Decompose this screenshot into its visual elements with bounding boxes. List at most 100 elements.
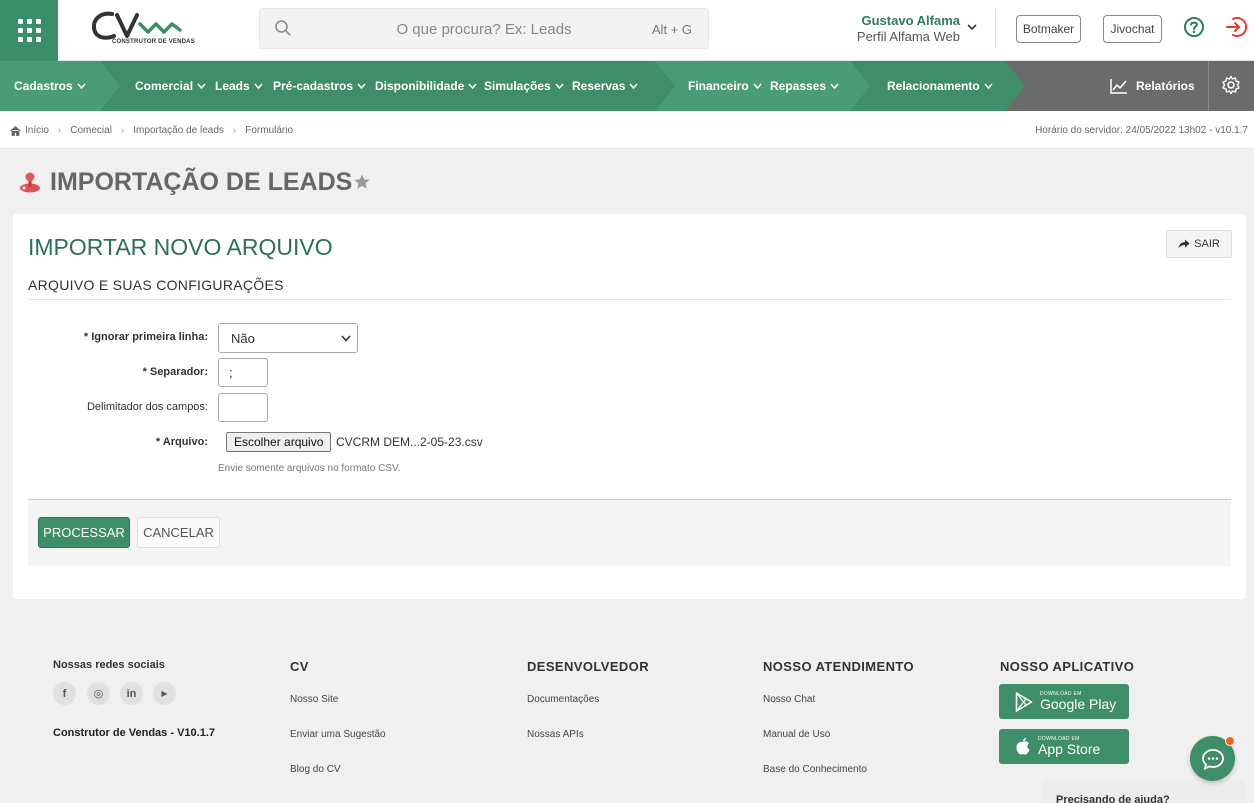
search-placeholder: O que procura? Ex: Leads <box>396 21 572 38</box>
form-actions: PROCESSAR CANCELAR <box>28 499 1231 566</box>
facebook-icon[interactable]: f <box>53 682 76 705</box>
google-play-icon <box>1015 691 1033 712</box>
linkedin-icon[interactable]: in <box>120 682 143 705</box>
chevron-down-icon <box>830 83 839 89</box>
cv-title: CV <box>290 659 309 674</box>
chevron-down-icon <box>984 83 993 89</box>
footer-support-column: NOSSO ATENDIMENTO <box>763 659 914 674</box>
google-play-button[interactable]: DOWNLOAD EM Google Play <box>999 684 1129 719</box>
nav-financeiro[interactable]: Financeiro <box>688 79 762 93</box>
exit-button[interactable]: SAIR <box>1166 230 1232 258</box>
chevron-down-icon[interactable] <box>966 22 978 32</box>
app-store-big: App Store <box>1038 741 1101 757</box>
chevron-down-icon <box>197 83 206 89</box>
section-divider <box>28 299 1231 300</box>
support-title: NOSSO ATENDIMENTO <box>763 659 915 674</box>
home-icon <box>10 125 21 136</box>
footer-link-knowledge[interactable]: Base do Conhecimento <box>763 764 867 775</box>
nav-repasses[interactable]: Repasses <box>770 79 839 93</box>
breadcrumb-importacao[interactable]: Importação de leads <box>133 125 224 136</box>
help-prompt: Precisando de ajuda? <box>1056 794 1170 803</box>
apps-menu-button[interactable] <box>0 0 58 61</box>
footer-link-docs[interactable]: Documentações <box>527 694 599 705</box>
delimiter-input[interactable] <box>218 393 268 422</box>
nav-relatorios[interactable]: Relatórios <box>1110 78 1195 94</box>
settings-button[interactable] <box>1208 61 1254 111</box>
server-time: Horário do servidor: 24/05/2022 13h02 - … <box>1035 125 1248 136</box>
app-store-button[interactable]: DOWNLOAD EM App Store <box>999 729 1129 764</box>
chart-line-icon <box>1110 79 1127 94</box>
footer-version: Construtor de Vendas - V10.1.7 <box>53 727 215 739</box>
footer-link-site[interactable]: Nosso Site <box>290 694 338 705</box>
ignore-first-line-label: * Ignorar primeira linha: <box>83 331 208 343</box>
ignore-first-line-select[interactable]: Não <box>218 323 358 353</box>
logout-icon[interactable] <box>1224 15 1248 39</box>
breadcrumb-separator: › <box>120 125 125 136</box>
breadcrumb-inicio[interactable]: Início <box>25 125 49 136</box>
botmaker-button[interactable]: Botmaker <box>1016 15 1081 43</box>
chevron-down-icon <box>468 83 477 89</box>
grid-icon <box>17 19 41 42</box>
page-title: IMPORTAÇÃO DE LEADS <box>50 168 353 196</box>
file-label: * Arquivo: <box>155 436 208 448</box>
selected-file-name: CVCRM DEM...2-05-23.csv <box>336 435 483 449</box>
header-divider <box>995 10 996 48</box>
separator-input[interactable]: ; <box>218 358 268 387</box>
section-title: ARQUIVO E SUAS CONFIGURAÇÕES <box>28 277 284 293</box>
breadcrumb: Início › Comecial › Importação de leads … <box>10 125 293 136</box>
search-input[interactable]: O que procura? Ex: Leads Alt + G <box>259 8 709 49</box>
breadcrumb-formulario: Formulário <box>245 125 294 136</box>
user-profile: Perfil Alfama Web <box>856 29 960 44</box>
chevron-down-icon <box>629 83 638 89</box>
choose-file-button[interactable]: Escolher arquivo <box>226 432 332 452</box>
breadcrumb-separator: › <box>232 125 237 136</box>
help-widget[interactable]: Precisando de ajuda? <box>1041 780 1246 803</box>
footer-app-column: NOSSO APLICATIVO <box>1000 659 1134 674</box>
delimiter-label: Delimitador dos campos: <box>86 401 208 413</box>
footer-link-manual[interactable]: Manual de Uso <box>763 729 830 740</box>
chevron-down-icon <box>753 83 762 89</box>
search-shortcut: Alt + G <box>651 22 692 37</box>
chevron-down-icon <box>77 83 86 89</box>
separator-label: * Separador: <box>142 366 208 378</box>
chevron-down-icon <box>357 83 366 89</box>
nav-pre-cadastros[interactable]: Pré-cadastros <box>273 79 366 93</box>
nav-disponibilidade[interactable]: Disponibilidade <box>375 79 477 93</box>
footer-link-chat[interactable]: Nosso Chat <box>763 694 815 705</box>
nav-cadastros[interactable]: Cadastros <box>14 79 86 93</box>
notification-dot <box>1225 736 1235 746</box>
nav-relacionamento[interactable]: Relacionamento <box>887 79 993 93</box>
breadcrumb-separator: › <box>57 125 62 136</box>
google-play-big: Google Play <box>1040 696 1117 712</box>
nav-leads[interactable]: Leads <box>215 79 263 93</box>
nav-simulacoes[interactable]: Simulações <box>484 79 564 93</box>
main-nav: Cadastros Comercial Leads Pré-cadastros … <box>0 61 1254 111</box>
nav-comercial[interactable]: Comercial <box>135 79 206 93</box>
instagram-icon[interactable]: ◎ <box>87 682 110 705</box>
joystick-icon <box>20 172 40 193</box>
app-title: NOSSO APLICATIVO <box>1000 659 1135 674</box>
jivochat-button[interactable]: Jivochat <box>1103 15 1162 43</box>
footer-link-apis[interactable]: Nossas APIs <box>527 729 584 740</box>
user-menu[interactable]: Gustavo Alfama Perfil Alfama Web <box>810 13 960 44</box>
import-form-card: IMPORTAR NOVO ARQUIVO SAIR ARQUIVO E SUA… <box>13 214 1246 599</box>
cancel-button[interactable]: CANCELAR <box>137 517 220 548</box>
apple-icon <box>1016 737 1030 755</box>
nav-reservas[interactable]: Reservas <box>572 79 638 93</box>
footer-social-column: Nossas redes sociais <box>53 659 165 671</box>
footer-dev-column: DESENVOLVEDOR <box>527 659 649 674</box>
footer-link-blog[interactable]: Blog do CV <box>290 764 341 775</box>
file-hint: Envie somente arquivos no formato CSV. <box>218 463 401 474</box>
chevron-down-icon <box>254 83 263 89</box>
youtube-icon[interactable]: ▶ <box>153 682 176 705</box>
chevron-down-icon <box>341 335 351 342</box>
process-button[interactable]: PROCESSAR <box>38 517 130 548</box>
help-icon[interactable] <box>1183 16 1205 38</box>
logo-tagline: CONSTRUTOR DE VENDAS <box>112 39 195 45</box>
star-icon[interactable] <box>353 173 371 191</box>
footer-link-suggestion[interactable]: Enviar uma Sugestão <box>290 729 386 740</box>
breadcrumb-comercial[interactable]: Comecial <box>70 125 112 136</box>
footer-cv-column: CV <box>290 659 309 674</box>
dev-title: DESENVOLVEDOR <box>527 659 649 674</box>
top-header: CONSTRUTOR DE VENDAS O que procura? Ex: … <box>0 0 1254 61</box>
